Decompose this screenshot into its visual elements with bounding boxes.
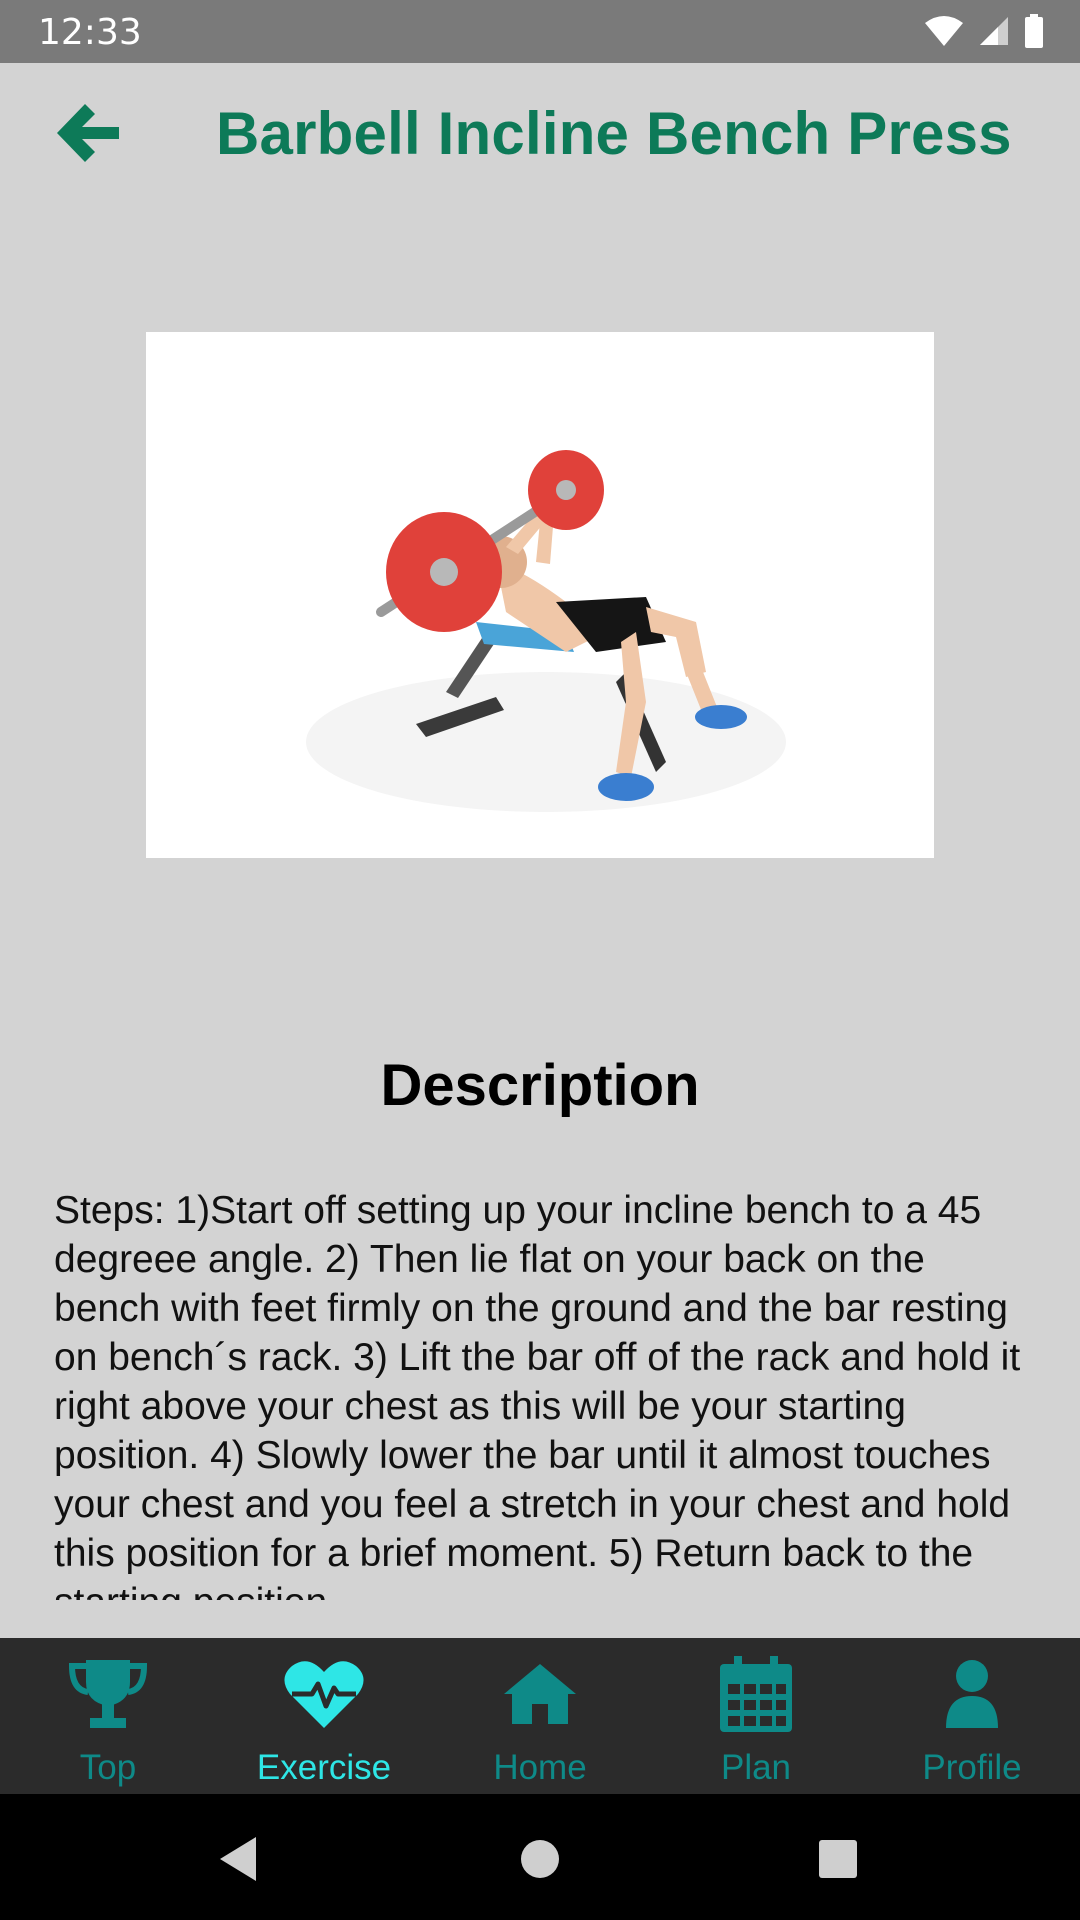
nav-label-profile: Profile: [922, 1748, 1022, 1787]
status-bar: 12:33: [0, 0, 1080, 63]
nav-item-exercise[interactable]: Exercise: [216, 1638, 432, 1794]
back-button[interactable]: [48, 93, 128, 173]
description-heading: Description: [380, 1053, 700, 1118]
exercise-image: [146, 332, 934, 858]
user-icon: [930, 1654, 1014, 1734]
circle-home-icon: [521, 1840, 559, 1878]
exercise-illustration: [306, 450, 786, 812]
nav-item-profile[interactable]: Profile: [864, 1638, 1080, 1794]
home-icon: [498, 1654, 582, 1734]
bottom-navigation: Top Exercise Home Plan Profile: [0, 1638, 1080, 1794]
calendar-icon: [714, 1654, 798, 1734]
heartbeat-icon: [282, 1654, 366, 1734]
nav-item-top[interactable]: Top: [0, 1638, 216, 1794]
nav-label-top: Top: [79, 1748, 137, 1787]
nav-label-home: Home: [493, 1748, 587, 1787]
trophy-icon: [66, 1654, 150, 1734]
system-home-button[interactable]: [510, 1829, 570, 1889]
page-title: Barbell Incline Bench Press: [216, 100, 1012, 167]
system-recents-button[interactable]: [808, 1829, 868, 1889]
status-icons: [924, 14, 1044, 48]
header: Barbell Incline Bench Press: [0, 63, 1080, 203]
triangle-back-icon: [220, 1837, 256, 1881]
system-back-button[interactable]: [208, 1829, 268, 1889]
nav-label-plan: Plan: [720, 1748, 792, 1787]
wifi-icon: [925, 16, 963, 46]
square-recents-icon: [819, 1840, 857, 1878]
status-time: 12:33: [38, 12, 142, 53]
battery-icon: [1025, 14, 1043, 48]
nav-item-home[interactable]: Home: [432, 1638, 648, 1794]
description-text: Steps: 1)Start off setting up your incli…: [54, 1189, 1021, 1600]
system-navigation-bar: [0, 1794, 1080, 1920]
nav-label-exercise: Exercise: [256, 1748, 392, 1787]
arrow-left-icon: [57, 104, 119, 162]
cell-signal-icon: [980, 17, 1008, 45]
nav-item-plan[interactable]: Plan: [648, 1638, 864, 1794]
